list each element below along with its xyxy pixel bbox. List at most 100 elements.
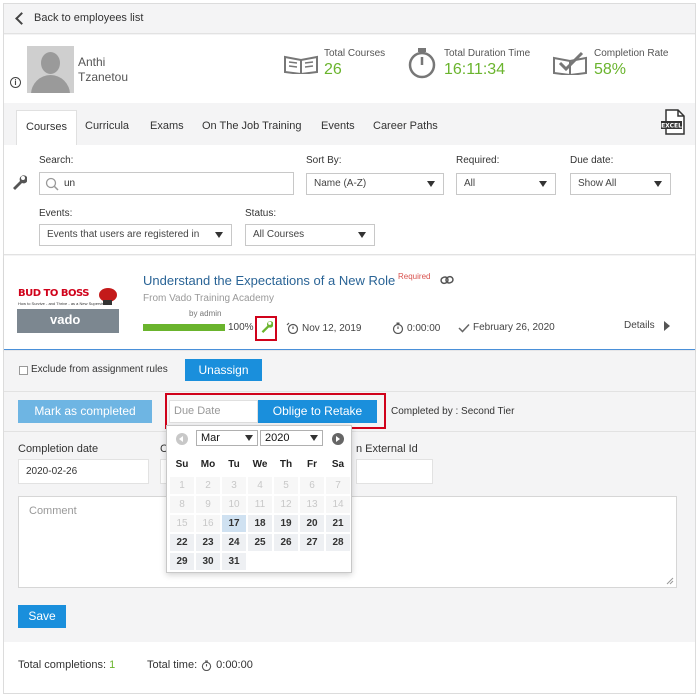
calendar-day[interactable]: 19 xyxy=(274,515,298,532)
calendar-day: 14 xyxy=(326,496,350,513)
mark-completed-button[interactable]: Mark as completed xyxy=(18,400,152,423)
completed-by: Completed by : Second Tier xyxy=(391,406,515,417)
course-title[interactable]: Understand the Expectations of a New Rol… xyxy=(143,273,395,288)
course-author: by admin xyxy=(189,309,222,318)
link-icon[interactable] xyxy=(440,275,454,285)
calendar-day[interactable]: 28 xyxy=(326,534,350,551)
weekday-header: Fr xyxy=(307,459,317,470)
due-date-input[interactable]: Due Date xyxy=(169,400,258,423)
calendar-day: 3 xyxy=(222,477,246,494)
calendar-day[interactable]: 22 xyxy=(170,534,194,551)
wrench-icon xyxy=(13,175,27,190)
tab-exams[interactable]: Exams xyxy=(141,110,193,146)
due-date-value: Show All xyxy=(578,178,617,189)
footer-summary: Total completions: 1 Total time: 0:00:00 xyxy=(4,642,695,693)
stat-label: Completion Rate xyxy=(594,48,669,59)
tabs-bar: Courses Curricula Exams On The Job Train… xyxy=(4,103,695,146)
events-value: Events that users are registered in xyxy=(47,229,200,240)
required-label: Required: xyxy=(456,155,500,166)
calendar-day[interactable]: 26 xyxy=(274,534,298,551)
calendar-day: 15 xyxy=(170,515,194,532)
calendar-day[interactable]: 21 xyxy=(326,515,350,532)
calendar-day[interactable]: 29 xyxy=(170,553,194,570)
sort-select[interactable]: Name (A-Z) xyxy=(306,173,444,195)
tab-career-paths[interactable]: Career Paths xyxy=(364,110,447,146)
info-icon[interactable]: i xyxy=(10,77,21,88)
caret-down-icon xyxy=(310,435,318,441)
back-link[interactable]: Back to employees list xyxy=(14,11,143,25)
stat-total-courses: Total Courses 26 xyxy=(324,48,385,79)
calendar-day[interactable]: 18 xyxy=(248,515,272,532)
external-id-input[interactable] xyxy=(356,459,433,484)
calendar-day: 6 xyxy=(300,477,324,494)
caret-down-icon xyxy=(215,232,223,238)
search-icon xyxy=(45,177,59,191)
details-link[interactable]: Details xyxy=(624,320,670,331)
tab-events[interactable]: Events xyxy=(312,110,364,146)
calendar-day: 2 xyxy=(196,477,220,494)
events-label: Events: xyxy=(39,208,73,219)
caret-down-icon xyxy=(654,181,662,187)
excel-export-icon[interactable]: EXCEL xyxy=(660,109,686,135)
duration-meta: 0:00:00 xyxy=(392,322,440,334)
year-select[interactable]: 2020 xyxy=(260,430,323,446)
calendar-day: 10 xyxy=(222,496,246,513)
calendar-day: 9 xyxy=(196,496,220,513)
search-input[interactable]: un xyxy=(39,172,294,195)
avatar xyxy=(27,46,74,93)
completion-date-label: Completion date xyxy=(18,443,99,455)
tab-curricula[interactable]: Curricula xyxy=(76,110,138,146)
calendar-day[interactable]: 20 xyxy=(300,515,324,532)
calendar-day: 11 xyxy=(248,496,272,513)
external-id-label: n External Id xyxy=(356,443,418,455)
calendar-day[interactable]: 24 xyxy=(222,534,246,551)
datepicker-popup: Mar 2020 Su Mo Tu We Th Fr Sa 1 2 3 4 5 6 7 8 9 10 11 12 13… xyxy=(166,425,352,573)
comment-placeholder: Comment xyxy=(29,505,77,517)
total-time-label: Total time: xyxy=(147,659,198,671)
user-profile: Anthi Tzanetou i Total Courses 26 Total … xyxy=(4,35,695,103)
save-button[interactable]: Save xyxy=(18,605,66,628)
tab-courses[interactable]: Courses xyxy=(16,110,77,146)
prev-month-button[interactable] xyxy=(176,433,188,445)
details-label: Details xyxy=(624,320,655,331)
tab-on-the-job-training[interactable]: On The Job Training xyxy=(193,110,310,146)
calendar-day[interactable]: 25 xyxy=(248,534,272,551)
clock-icon xyxy=(392,322,404,334)
caret-down-icon xyxy=(427,181,435,187)
status-value: All Courses xyxy=(253,229,305,240)
completion-date-input[interactable]: 2020-02-26 xyxy=(18,459,149,484)
calendar-day[interactable]: 30 xyxy=(196,553,220,570)
svg-text:EXCEL: EXCEL xyxy=(661,123,682,130)
completed-meta: February 26, 2020 xyxy=(458,322,555,333)
logo-title: BUD TO BOSS xyxy=(18,288,89,299)
exclude-checkbox[interactable] xyxy=(19,366,28,375)
month-select[interactable]: Mar xyxy=(196,430,258,446)
weekday-header: Su xyxy=(175,459,189,470)
weekday-header: Mo xyxy=(200,459,216,470)
month-value: Mar xyxy=(201,432,220,444)
edit-wrench-icon[interactable] xyxy=(260,320,273,333)
due-date-select[interactable]: Show All xyxy=(570,173,671,195)
logo-brand: vado xyxy=(50,312,81,327)
calendar-day[interactable]: 27 xyxy=(300,534,324,551)
required-select[interactable]: All xyxy=(456,173,556,195)
total-time-value: 0:00:00 xyxy=(216,659,253,671)
book-icon xyxy=(284,55,318,74)
calendar-day: 1 xyxy=(170,477,194,494)
unassign-button[interactable]: Unassign xyxy=(185,359,262,381)
calendar-day[interactable]: 23 xyxy=(196,534,220,551)
stopwatch-icon xyxy=(408,48,436,79)
oblige-retake-button[interactable]: Oblige to Retake xyxy=(258,400,377,423)
resize-handle-icon[interactable] xyxy=(666,577,674,585)
calendar-day[interactable]: 31 xyxy=(222,553,246,570)
total-completions-value: 1 xyxy=(109,659,116,671)
next-month-button[interactable] xyxy=(332,433,344,445)
stat-label: Total Courses xyxy=(324,48,386,59)
user-name: Anthi Tzanetou xyxy=(78,55,128,85)
weekday-header: We xyxy=(252,459,268,470)
events-select[interactable]: Events that users are registered in xyxy=(39,224,232,246)
status-select[interactable]: All Courses xyxy=(245,224,375,246)
top-bar: Back to employees list xyxy=(4,4,695,34)
calendar-day[interactable]: 17 xyxy=(222,515,246,532)
caret-down-icon xyxy=(245,435,253,441)
